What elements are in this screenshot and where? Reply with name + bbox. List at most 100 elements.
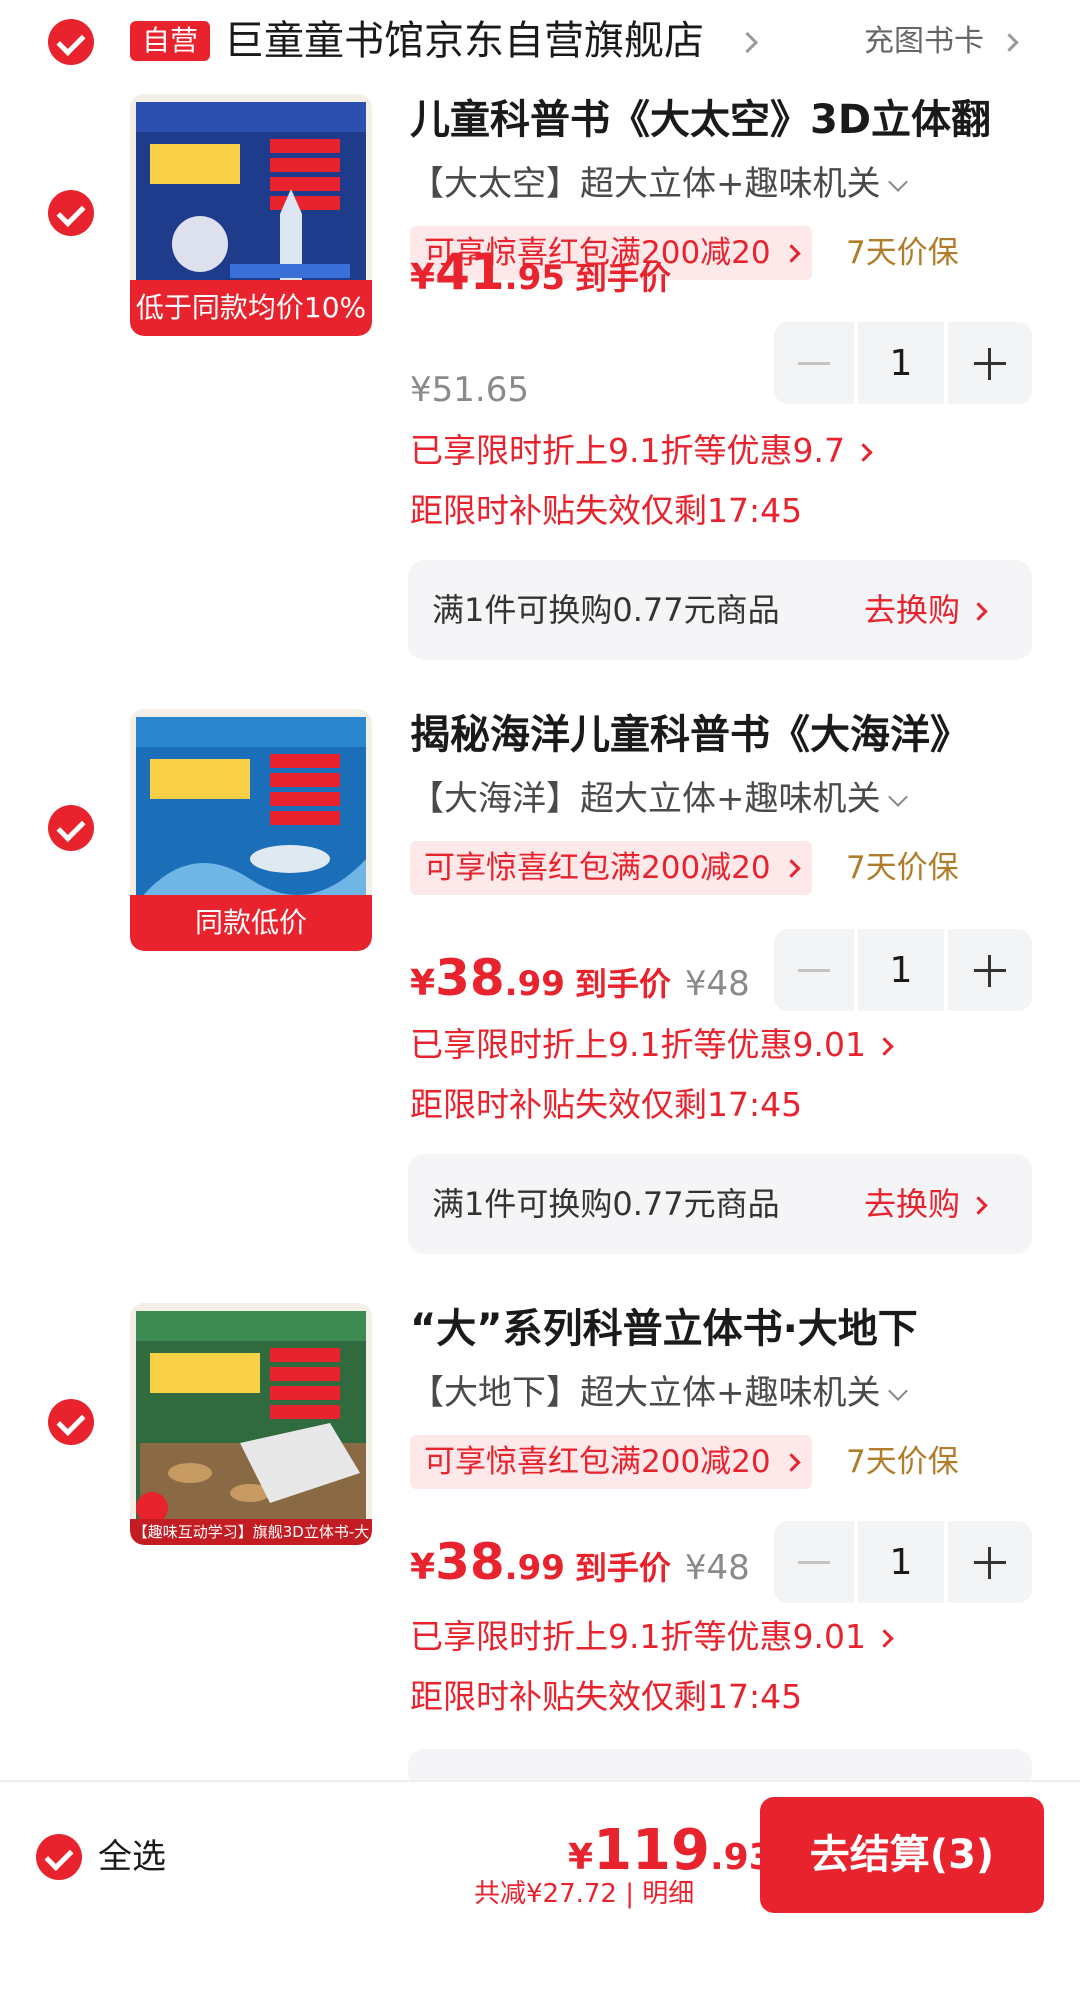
spec-label: 【大海洋】超大立体+趣味机关 bbox=[410, 779, 881, 819]
exchange-offer-panel: 满1件可换购0.77元商品 去换购 bbox=[408, 560, 1032, 660]
plus-icon bbox=[974, 954, 1006, 987]
chevron-down-icon bbox=[887, 1381, 908, 1401]
price-decimal: .95 bbox=[504, 258, 565, 298]
quantity-value[interactable]: 1 bbox=[858, 929, 944, 1011]
promo-tag[interactable]: 可享惊喜红包满200减20 bbox=[410, 1435, 812, 1489]
price-integer: 38 bbox=[435, 949, 505, 1007]
chevron-right-icon bbox=[875, 1037, 894, 1056]
decrease-button[interactable] bbox=[774, 1521, 854, 1603]
discount-label: 已享限时折上9.1折等优惠9.01 bbox=[410, 1617, 866, 1656]
original-price: ¥48 bbox=[684, 964, 750, 1004]
final-price: ¥38.99 到手价 ¥48 bbox=[410, 1521, 750, 1615]
cart-page: 自营 巨童童书馆京东自营旗舰店 充图书卡 低于同款均价10% 儿童科普书《大太空… bbox=[0, 0, 1080, 2010]
price-tag-label: 到手价 bbox=[574, 965, 671, 1003]
minus-icon bbox=[798, 361, 830, 365]
spec-label: 【大太空】超大立体+趣味机关 bbox=[410, 164, 881, 204]
product-title[interactable]: 儿童科普书《大太空》3D立体翻 bbox=[410, 94, 1050, 146]
currency-symbol: ¥ bbox=[410, 257, 436, 298]
price-decimal: .99 bbox=[504, 1548, 565, 1588]
exchange-button[interactable]: 去换购 bbox=[864, 1180, 988, 1228]
product-image[interactable]: 同款低价 bbox=[130, 709, 372, 951]
chevron-right-icon bbox=[969, 1196, 988, 1215]
chevron-down-icon bbox=[887, 787, 908, 807]
product-image[interactable]: 低于同款均价10% bbox=[130, 94, 372, 336]
price-integer: 38 bbox=[435, 1533, 505, 1591]
quantity-value[interactable]: 1 bbox=[858, 322, 944, 404]
chevron-right-icon bbox=[781, 859, 801, 878]
currency-symbol: ¥ bbox=[568, 1837, 594, 1878]
product-spec-selector[interactable]: 【大地下】超大立体+趣味机关 bbox=[410, 1369, 908, 1417]
product-spec-selector[interactable]: 【大海洋】超大立体+趣味机关 bbox=[410, 775, 908, 823]
subsidy-countdown: 距限时补贴失效仅剩17:45 bbox=[410, 1085, 803, 1124]
chevron-right-icon[interactable] bbox=[1000, 33, 1019, 52]
item-check-icon[interactable] bbox=[48, 190, 94, 236]
discount-label: 已享限时折上9.1折等优惠9.01 bbox=[410, 1025, 866, 1064]
product-banner-label: 【趣味互动学习】旗舰3D立体书-大地下 bbox=[130, 1519, 372, 1545]
chevron-down-icon bbox=[887, 172, 908, 192]
decrease-button[interactable] bbox=[774, 929, 854, 1011]
exchange-label: 去换购 bbox=[864, 1185, 961, 1223]
book-card-link[interactable]: 充图书卡 bbox=[864, 20, 984, 64]
product-title[interactable]: 揭秘海洋儿童科普书《大海洋》 bbox=[410, 709, 1050, 761]
increase-button[interactable] bbox=[948, 1521, 1032, 1603]
plus-icon bbox=[974, 1546, 1006, 1579]
promo-label: 可享惊喜红包满200减20 bbox=[424, 850, 771, 886]
self-operated-badge: 自营 bbox=[130, 21, 211, 61]
product-image[interactable]: 【趣味互动学习】旗舰3D立体书-大地下 bbox=[130, 1303, 372, 1545]
exchange-offer-panel: 满1件可换购0.77元商品 去换购 bbox=[408, 1154, 1032, 1254]
discount-label: 已享限时折上9.1折等优惠9.7 bbox=[410, 431, 845, 470]
discount-info[interactable]: 已享限时折上9.1折等优惠9.01 bbox=[410, 1021, 894, 1069]
currency-symbol: ¥ bbox=[410, 1547, 436, 1588]
currency-symbol: ¥ bbox=[410, 963, 436, 1004]
quantity-stepper: 1 bbox=[774, 929, 1032, 1011]
decrease-button[interactable] bbox=[774, 322, 854, 404]
product-spec-selector[interactable]: 【大太空】超大立体+趣味机关 bbox=[410, 160, 908, 208]
price-integer: 41 bbox=[435, 243, 505, 301]
chevron-right-icon bbox=[781, 244, 801, 263]
checkout-button[interactable]: 去结算(3) bbox=[760, 1797, 1044, 1913]
price-guarantee-label: 7天价保 bbox=[846, 1444, 959, 1480]
original-price: ¥48 bbox=[684, 1548, 750, 1588]
increase-button[interactable] bbox=[948, 322, 1032, 404]
price-guarantee-label: 7天价保 bbox=[846, 850, 959, 886]
minus-icon bbox=[798, 1560, 830, 1564]
chevron-right-icon bbox=[781, 1453, 801, 1472]
chevron-right-icon bbox=[854, 443, 873, 462]
discount-info[interactable]: 已享限时折上9.1折等优惠9.01 bbox=[410, 1613, 894, 1661]
price-compare-label: 低于同款均价10% bbox=[130, 280, 372, 336]
select-all-label[interactable]: 全选 bbox=[98, 1832, 166, 1882]
quantity-value[interactable]: 1 bbox=[858, 1521, 944, 1603]
final-price: ¥38.99 到手价 ¥48 bbox=[410, 937, 750, 1031]
item-check-icon[interactable] bbox=[48, 1399, 94, 1445]
price-compare-label: 同款低价 bbox=[130, 895, 372, 951]
saving-detail-link[interactable]: 共减¥27.72 | 明细 bbox=[474, 1874, 694, 1914]
price-guarantee-label: 7天价保 bbox=[846, 235, 959, 271]
promo-label: 可享惊喜红包满200减20 bbox=[424, 1444, 771, 1480]
quantity-stepper: 1 bbox=[774, 1521, 1032, 1603]
original-price: ¥51.65 bbox=[410, 370, 529, 410]
subsidy-countdown: 距限时补贴失效仅剩17:45 bbox=[410, 491, 803, 530]
exchange-offer-text: 满1件可换购0.77元商品 bbox=[432, 591, 780, 629]
select-all-check-icon[interactable] bbox=[36, 1834, 82, 1880]
store-check-icon[interactable] bbox=[48, 19, 94, 65]
price-decimal: .99 bbox=[504, 964, 565, 1004]
chevron-right-icon bbox=[969, 602, 988, 621]
price-tag-label: 到手价 bbox=[574, 259, 671, 297]
chevron-right-icon[interactable] bbox=[736, 31, 759, 54]
promo-tag[interactable]: 可享惊喜红包满200减20 bbox=[410, 841, 812, 895]
checkout-bar: 全选 ¥119.93 共减¥27.72 | 明细 去结算(3) bbox=[0, 1780, 1080, 1926]
increase-button[interactable] bbox=[948, 929, 1032, 1011]
final-price: ¥41.95 到手价 bbox=[410, 240, 671, 316]
discount-info[interactable]: 已享限时折上9.1折等优惠9.7 bbox=[410, 427, 873, 475]
exchange-button[interactable]: 去换购 bbox=[864, 586, 988, 634]
store-name[interactable]: 巨童童书馆京东自营旗舰店 bbox=[224, 14, 704, 68]
exchange-offer-text: 满1件可换购0.77元商品 bbox=[432, 1185, 780, 1223]
quantity-stepper: 1 bbox=[774, 322, 1032, 404]
chevron-right-icon bbox=[875, 1629, 894, 1648]
minus-icon bbox=[798, 968, 830, 972]
price-tag-label: 到手价 bbox=[574, 1549, 671, 1587]
plus-icon bbox=[974, 347, 1006, 380]
product-title[interactable]: “大”系列科普立体书·大地下 bbox=[410, 1303, 1050, 1355]
item-check-icon[interactable] bbox=[48, 805, 94, 851]
bottom-spacer bbox=[0, 1924, 1080, 2010]
